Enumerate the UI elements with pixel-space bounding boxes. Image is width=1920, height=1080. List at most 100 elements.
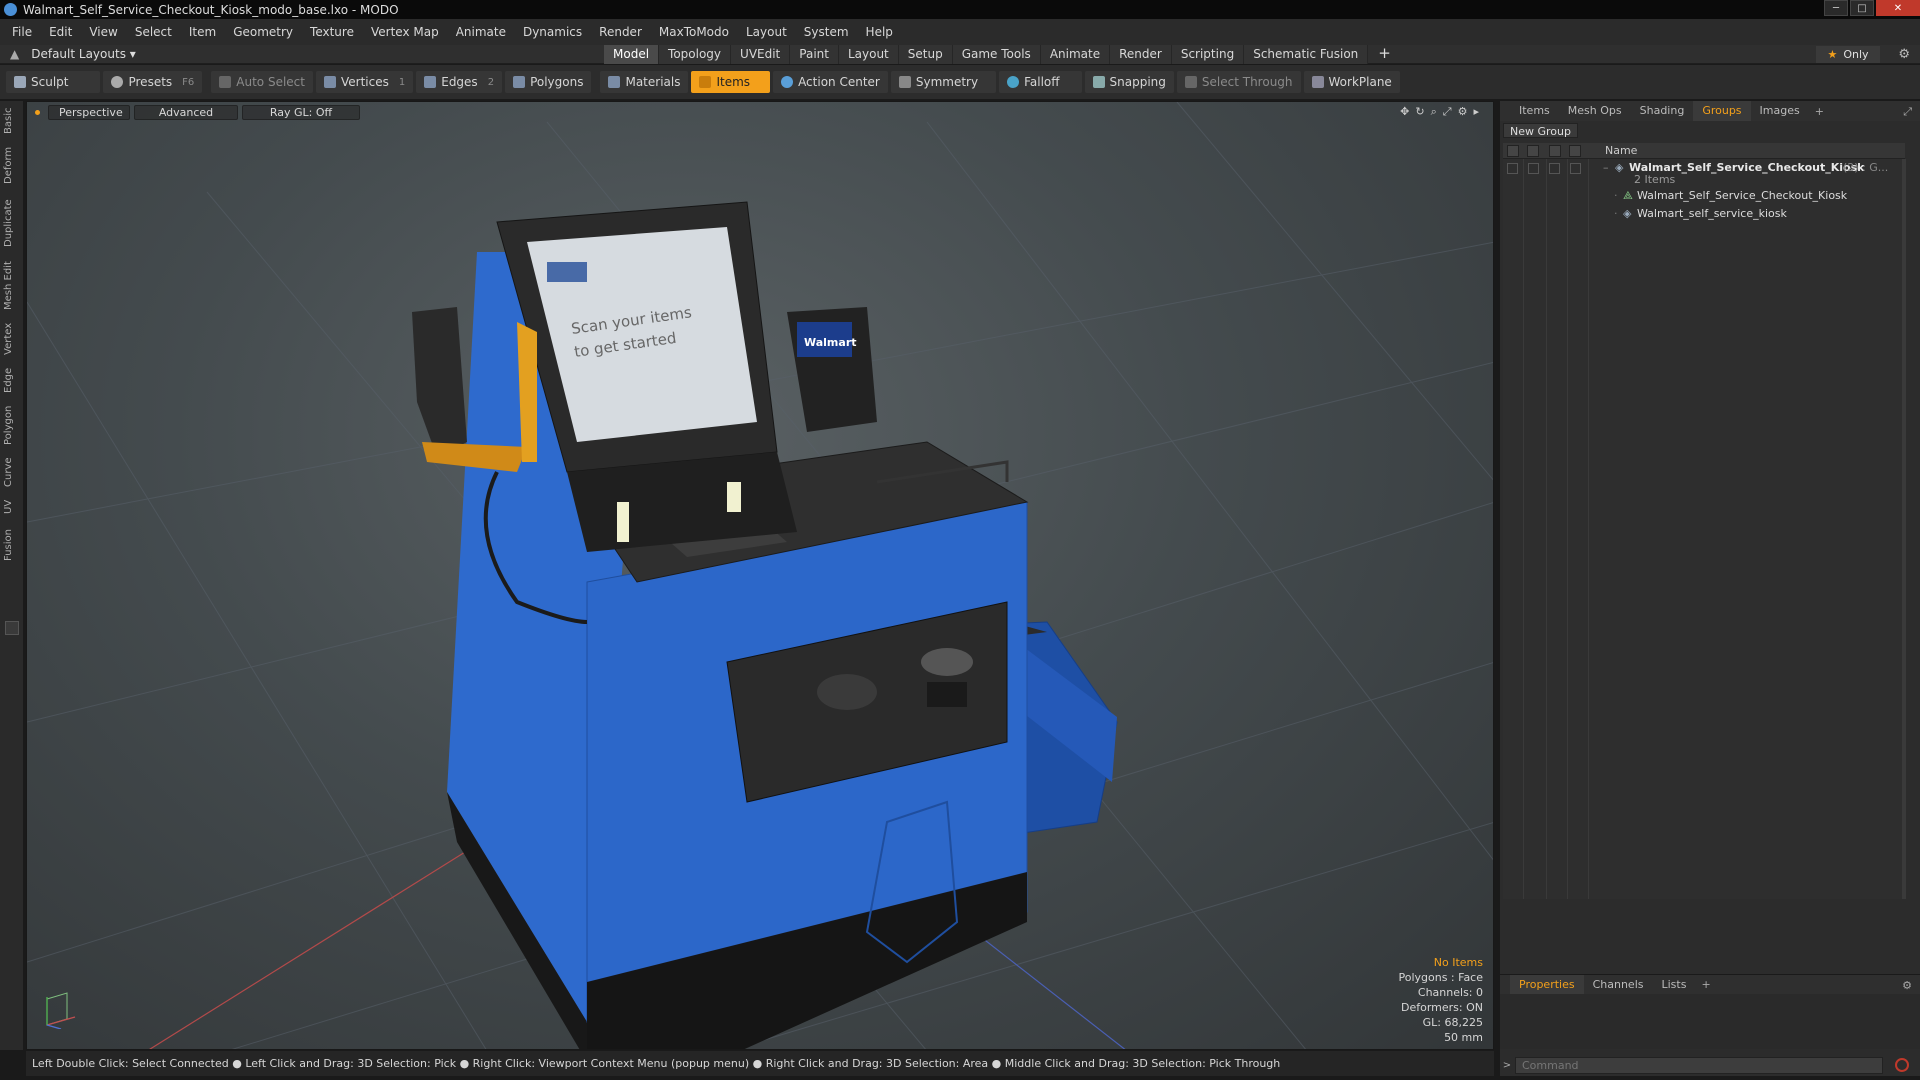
visibility-column-icon[interactable]: [1507, 145, 1519, 157]
polygons-button[interactable]: Polygons: [505, 71, 592, 93]
tab-properties[interactable]: Properties: [1510, 974, 1584, 995]
expand-panel-icon[interactable]: ⤢: [1903, 105, 1912, 119]
menu-animate[interactable]: Animate: [456, 25, 506, 39]
view-type-button[interactable]: Perspective: [48, 104, 130, 120]
vtab-curve[interactable]: Curve: [3, 455, 21, 489]
modo-app-icon: [4, 3, 17, 16]
materials-button[interactable]: Materials: [600, 71, 689, 93]
bottom-panel-options-icon[interactable]: ⚙: [1902, 979, 1912, 992]
symmetry-button[interactable]: Symmetry: [890, 71, 997, 93]
tab-game-tools[interactable]: Game Tools: [952, 45, 1041, 64]
tree-scrollbar[interactable]: [1902, 159, 1906, 899]
tab-render[interactable]: Render: [1110, 45, 1172, 64]
menu-file[interactable]: File: [12, 25, 32, 39]
tab-items[interactable]: Items: [1510, 101, 1559, 121]
stop-icon[interactable]: [1895, 1058, 1909, 1072]
maximize-button[interactable]: □: [1850, 0, 1874, 16]
pan-icon[interactable]: ✥: [1400, 105, 1409, 119]
menu-system[interactable]: System: [804, 25, 849, 39]
select-column-icon[interactable]: [1569, 145, 1581, 157]
menu-render[interactable]: Render: [599, 25, 642, 39]
only-button[interactable]: ★ Only: [1816, 46, 1880, 63]
gear-icon[interactable]: ⚙: [1898, 47, 1910, 62]
vtab-basic[interactable]: Basic: [3, 107, 21, 135]
lock-column-icon[interactable]: [1549, 145, 1561, 157]
add-tab-icon[interactable]: +: [1368, 45, 1401, 64]
menu-item[interactable]: Item: [189, 25, 216, 39]
minimize-button[interactable]: ─: [1824, 0, 1848, 16]
status-hint-bar: Left Double Click: Select Connected ● Le…: [26, 1051, 1494, 1076]
new-group-button[interactable]: New Group: [1503, 123, 1578, 138]
menu-edit[interactable]: Edit: [49, 25, 72, 39]
menu-view[interactable]: View: [89, 25, 117, 39]
select-through-button[interactable]: Select Through: [1176, 71, 1301, 93]
vtab-edge[interactable]: Edge: [3, 365, 21, 395]
tab-animate[interactable]: Animate: [1040, 45, 1111, 64]
zoom-icon[interactable]: ⌕: [1431, 105, 1437, 119]
tab-schematic-fusion[interactable]: Schematic Fusion: [1244, 45, 1369, 64]
vtab-deform[interactable]: Deform: [3, 145, 21, 185]
selection-stat: No Items: [1433, 956, 1483, 969]
viewport-more-icon[interactable]: ▸: [1473, 105, 1479, 119]
snapping-button[interactable]: Snapping: [1084, 71, 1174, 93]
auto-select-button[interactable]: Auto Select: [211, 71, 313, 93]
menu-layout[interactable]: Layout: [746, 25, 787, 39]
tree-row[interactable]: · ⟁ Walmart_Self_Service_Checkout_Kiosk: [1503, 189, 1905, 205]
action-center-button[interactable]: Action Center: [773, 71, 888, 93]
groups-toolbar: New Group: [1503, 123, 1578, 139]
vtab-uv[interactable]: UV: [3, 497, 21, 517]
add-bottom-tab-icon[interactable]: +: [1695, 978, 1716, 991]
tab-model[interactable]: Model: [604, 45, 660, 64]
tab-uvedit[interactable]: UVEdit: [731, 45, 791, 64]
add-panel-tab-icon[interactable]: +: [1809, 105, 1830, 118]
items-label: Items: [716, 75, 751, 89]
rotate-icon[interactable]: ↻: [1415, 105, 1424, 119]
vertices-button[interactable]: Vertices 1: [315, 71, 414, 93]
command-bar: >: [1499, 1055, 1920, 1075]
fit-icon[interactable]: ⤢: [1443, 105, 1452, 119]
panel-toggle-icon[interactable]: [5, 621, 19, 635]
deformers-stat: Deformers: ON: [1401, 1001, 1483, 1014]
3d-viewport[interactable]: Scan your items to get started Walmart P…: [26, 101, 1494, 1050]
menu-select[interactable]: Select: [135, 25, 172, 39]
vtab-fusion[interactable]: Fusion: [3, 525, 21, 565]
vtab-vertex[interactable]: Vertex: [3, 321, 21, 357]
shading-mode-button[interactable]: Advanced: [134, 104, 238, 120]
ray-gl-button[interactable]: Ray GL: Off: [242, 104, 360, 120]
close-button[interactable]: ✕: [1876, 0, 1920, 16]
name-column-header[interactable]: Name: [1605, 144, 1637, 157]
presets-button[interactable]: Presets F6: [103, 71, 203, 93]
tree-row[interactable]: · ◈ Walmart_self_service_kiosk: [1503, 207, 1905, 223]
menu-geometry[interactable]: Geometry: [233, 25, 293, 39]
edges-button[interactable]: Edges 2: [416, 71, 503, 93]
menu-maxtomodo[interactable]: MaxToModo: [659, 25, 729, 39]
render-column-icon[interactable]: [1527, 145, 1539, 157]
tab-paint[interactable]: Paint: [790, 45, 839, 64]
menu-help[interactable]: Help: [866, 25, 893, 39]
tab-channels[interactable]: Channels: [1584, 975, 1653, 995]
tab-images[interactable]: Images: [1751, 101, 1809, 121]
tab-setup[interactable]: Setup: [898, 45, 953, 64]
vtab-polygon[interactable]: Polygon: [3, 403, 21, 447]
items-button[interactable]: Items: [691, 71, 771, 93]
vtab-duplicate[interactable]: Duplicate: [3, 197, 21, 249]
menu-texture[interactable]: Texture: [310, 25, 354, 39]
viewport-settings-icon[interactable]: ⚙: [1458, 105, 1468, 119]
tab-scripting[interactable]: Scripting: [1171, 45, 1245, 64]
command-input[interactable]: [1515, 1056, 1883, 1074]
vtab-mesh-edit[interactable]: Mesh Edit: [3, 259, 21, 313]
menu-dynamics[interactable]: Dynamics: [523, 25, 582, 39]
viewport-menu-dot[interactable]: [35, 109, 40, 115]
workplane-button[interactable]: WorkPlane: [1303, 71, 1400, 93]
command-history-icon[interactable]: >: [1499, 1060, 1515, 1071]
menu-vertex-map[interactable]: Vertex Map: [371, 25, 439, 39]
tab-topology[interactable]: Topology: [659, 45, 732, 64]
layout-selector[interactable]: ▲ Default Layouts ▾: [10, 47, 136, 61]
tab-layout[interactable]: Layout: [838, 45, 899, 64]
tab-groups[interactable]: Groups: [1693, 101, 1751, 121]
tab-shading[interactable]: Shading: [1631, 101, 1694, 121]
tab-mesh-ops[interactable]: Mesh Ops: [1559, 101, 1631, 121]
falloff-button[interactable]: Falloff: [999, 71, 1082, 93]
sculpt-button[interactable]: Sculpt: [6, 71, 101, 93]
tab-lists[interactable]: Lists: [1653, 975, 1696, 995]
